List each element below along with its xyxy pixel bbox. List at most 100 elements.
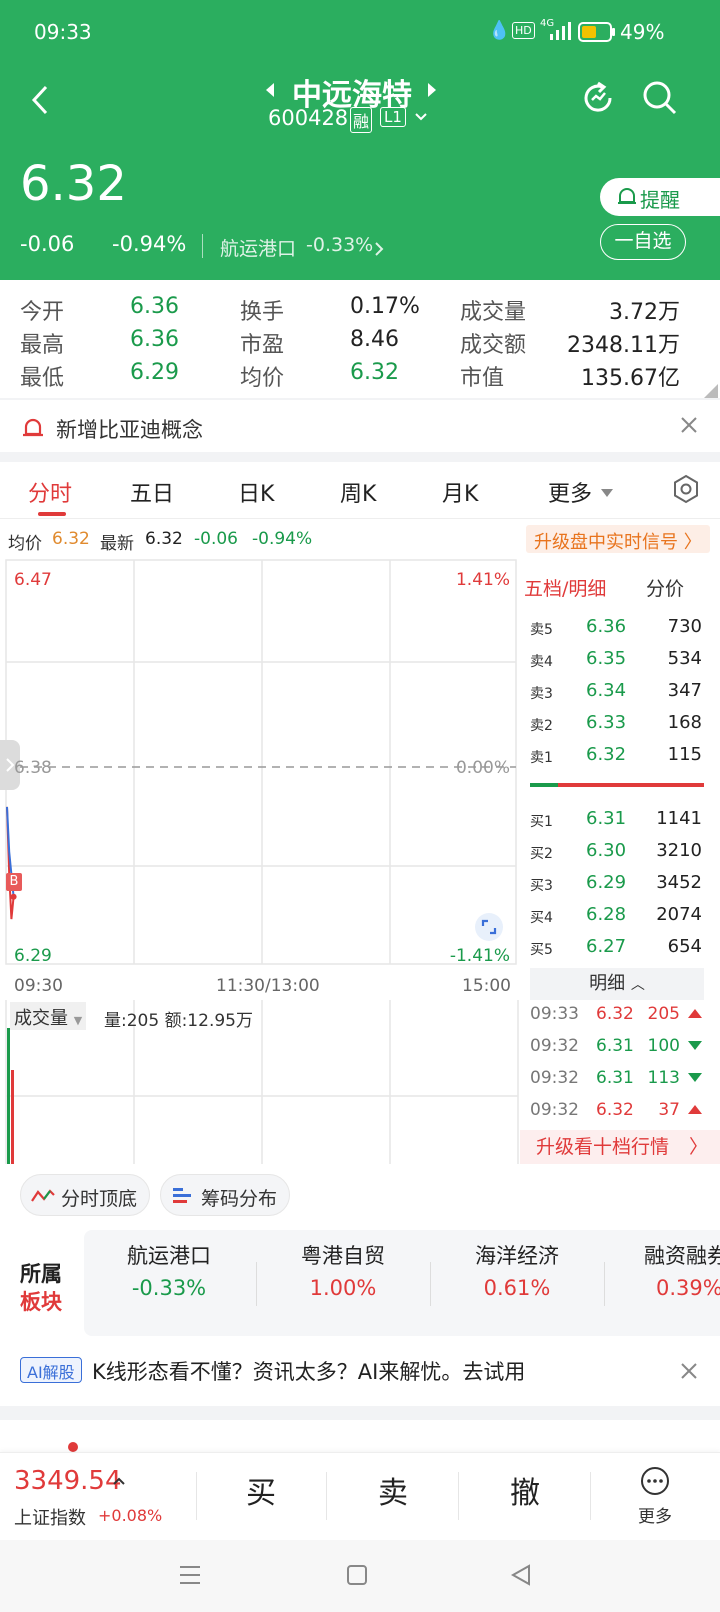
stock-code: 600428: [268, 106, 349, 130]
tab-price-distribution[interactable]: 分价: [646, 574, 684, 601]
battery-icon: [578, 22, 615, 42]
close-icon[interactable]: [680, 416, 698, 434]
bid-row: 买4 6.28 2074: [530, 904, 702, 926]
volume-value: 3.72万: [609, 300, 680, 325]
fullscreen-icon[interactable]: [474, 912, 504, 942]
high-value: 6.36: [130, 327, 179, 352]
next-stock-icon[interactable]: [426, 82, 438, 98]
cancel-order-button[interactable]: 撤: [510, 1468, 540, 1512]
pct-mid-label: 0.00%: [455, 758, 510, 778]
tab-day-k[interactable]: 日K: [238, 476, 274, 508]
tab-more[interactable]: 更多: [548, 476, 592, 508]
upgrade-signal-button[interactable]: 升级盘中实时信号 〉: [526, 525, 710, 553]
volume-label: 成交量: [14, 1008, 68, 1029]
detail-header[interactable]: 明细 ︿: [530, 968, 704, 1000]
volume-bar: [7, 1028, 10, 1164]
notification-dot: [68, 1442, 78, 1452]
header-sector-name[interactable]: 航运港口: [220, 234, 296, 261]
caret-down-icon[interactable]: [600, 488, 614, 498]
bid-row: 买2 6.30 3210: [530, 840, 702, 862]
ask-row: 卖2 6.33 168: [530, 712, 702, 734]
chart-tabs: 分时 五日 日K 周K 月K 更多: [0, 462, 720, 518]
home-icon[interactable]: [346, 1564, 368, 1586]
more-label: 更多: [638, 1507, 672, 1527]
tab-intraday[interactable]: 分时: [28, 476, 72, 508]
latest-change-pct: -0.94%: [252, 529, 313, 549]
divider: [326, 1472, 327, 1520]
watchlist-button[interactable]: 一自选: [600, 224, 686, 260]
current-price: 6.32: [20, 156, 127, 212]
pct-top-label: 1.41%: [455, 570, 510, 590]
sector-item[interactable]: 海洋经济 0.61%: [442, 1240, 592, 1300]
low-value: 6.29: [130, 360, 179, 385]
tab-week-k[interactable]: 周K: [340, 476, 376, 508]
low-label: 最低: [20, 366, 65, 391]
x-mid-label: 11:30/13:00: [216, 976, 320, 996]
detail-row: 09:32 6.31 113: [530, 1068, 706, 1098]
refresh-icon[interactable]: [580, 80, 616, 116]
sector-name: 粤港自贸: [301, 1244, 385, 1268]
buy-button[interactable]: 买: [246, 1468, 276, 1512]
index-widget[interactable]: 3349.54 上证指数 +0.08%: [0, 1452, 186, 1540]
prev-stock-icon[interactable]: [264, 82, 276, 98]
bid-row: 买5 6.27 654: [530, 936, 702, 958]
tab-five-levels[interactable]: 五档/明细: [524, 574, 606, 601]
back-nav-icon[interactable]: [510, 1564, 532, 1586]
divider: [256, 1262, 257, 1306]
sector-item[interactable]: 融资融券 0.39%: [616, 1240, 720, 1300]
sector-title-line2: 板块: [20, 1290, 62, 1314]
amount-value: 2348.11万: [567, 333, 680, 358]
index-value: 3349.54: [14, 1466, 122, 1496]
volume-dropdown[interactable]: 成交量 ▼: [10, 1002, 87, 1030]
mcap-value: 135.67亿: [581, 366, 680, 391]
system-nav-bar: [0, 1540, 720, 1612]
chip-distribution-button[interactable]: 筹码分布: [160, 1174, 290, 1216]
upgrade-ten-label: 升级看十档行情: [536, 1136, 670, 1158]
divider: [0, 518, 720, 519]
hd-icon: HD: [512, 22, 535, 39]
settings-icon[interactable]: [672, 474, 700, 504]
ai-banner[interactable]: AI解股 K线形态看不懂？资讯太多？AI来解忧。去试用: [0, 1346, 720, 1396]
alert-button[interactable]: 提醒: [600, 178, 720, 216]
sector-item[interactable]: 航运港口 -0.33%: [94, 1240, 244, 1300]
top-bottom-label: 分时顶底: [61, 1188, 138, 1210]
y-bottom-label: 6.29: [14, 946, 52, 966]
detail-label: 明细: [589, 973, 626, 994]
stock-header: 09:33 💧 HD 4G 49% 中远海特 600428 融 L1 6.32 …: [0, 0, 720, 280]
latest-change: -0.06: [194, 529, 238, 549]
intraday-top-bottom-button[interactable]: 分时顶底: [20, 1174, 150, 1216]
tab-month-k[interactable]: 月K: [442, 476, 478, 508]
turnover-label: 换手: [240, 300, 285, 325]
upgrade-ten-level-button[interactable]: 升级看十档行情 〉: [520, 1130, 720, 1164]
high-label: 最高: [20, 333, 65, 358]
chevron-right-icon[interactable]: [374, 242, 384, 256]
more-button[interactable]: 更多: [620, 1462, 690, 1532]
expand-corner-icon[interactable]: [704, 384, 718, 398]
search-icon[interactable]: [642, 80, 678, 118]
level-badge: L1: [380, 107, 406, 127]
quote-summary: 今开 6.36 最高 6.36 最低 6.29 换手 0.17% 市盈 8.46…: [0, 282, 720, 400]
latest-label: 最新: [100, 534, 134, 554]
ai-badge: AI解股: [20, 1357, 82, 1383]
buy-marker[interactable]: B: [6, 873, 22, 891]
back-icon[interactable]: [28, 84, 52, 116]
avg-line-label: 均价: [8, 534, 42, 554]
amount-label: 成交额: [460, 333, 527, 358]
chips-icon: [173, 1188, 191, 1203]
close-icon[interactable]: [680, 1362, 698, 1380]
divider: [458, 1472, 459, 1520]
index-change: +0.08%: [98, 1506, 163, 1525]
ask-row: 卖1 6.32 115: [530, 744, 702, 766]
sector-item[interactable]: 粤港自贸 1.00%: [268, 1240, 418, 1300]
up-arrow-icon: [688, 1009, 702, 1018]
mcap-label: 市值: [460, 366, 505, 391]
up-arrow-icon: [688, 1105, 702, 1114]
tab-five-day[interactable]: 五日: [130, 476, 174, 508]
notice-bar[interactable]: 新增比亚迪概念: [0, 400, 720, 452]
status-time: 09:33: [34, 20, 92, 44]
menu-icon[interactable]: [178, 1564, 202, 1586]
chevron-down-icon[interactable]: [414, 112, 428, 122]
header-sector-pct[interactable]: -0.33%: [306, 234, 373, 256]
ask-row: 卖3 6.34 347: [530, 680, 702, 702]
sell-button[interactable]: 卖: [378, 1468, 408, 1512]
